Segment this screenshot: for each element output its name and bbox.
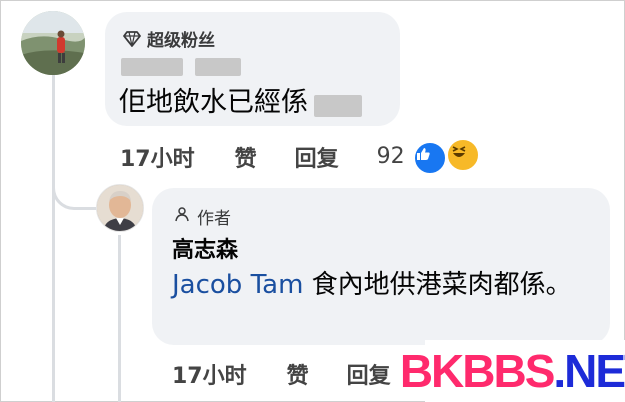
- like-reaction-icon: [412, 141, 447, 175]
- commenter-avatar[interactable]: [21, 11, 85, 75]
- badge-label: 超级粉丝: [147, 31, 215, 51]
- reply-bubble: 作者 高志森 Jacob Tam 食內地供港菜肉都係。: [152, 188, 610, 345]
- author-badge-icon: [174, 206, 190, 222]
- author-name[interactable]: 高志森: [172, 232, 238, 264]
- reaction-count[interactable]: 92: [377, 144, 405, 169]
- timestamp[interactable]: 17小时: [172, 358, 247, 390]
- fan-badge: 超级粉丝: [123, 26, 215, 51]
- reply-button[interactable]: 回复: [347, 358, 391, 390]
- reactions[interactable]: [412, 138, 481, 175]
- author-avatar[interactable]: [96, 184, 144, 232]
- reply-text-content: 食內地供港菜肉都係。: [303, 270, 572, 300]
- reply-button[interactable]: 回复: [295, 141, 339, 173]
- reply-text: Jacob Tam 食內地供港菜肉都係。: [172, 266, 592, 305]
- logo-part-1: BKBBS: [399, 345, 556, 397]
- like-button[interactable]: 赞: [287, 358, 309, 390]
- like-button[interactable]: 赞: [235, 141, 257, 173]
- comment-actions: 17小时 赞 回复 92: [120, 138, 481, 175]
- avatar-photo: [21, 11, 85, 75]
- comment-bubble: 超级粉丝 佢地飲水已經係: [105, 12, 400, 126]
- author-badge: 作者: [197, 209, 231, 229]
- timestamp[interactable]: 17小时: [120, 141, 195, 173]
- thread-line-nested: [118, 235, 121, 402]
- site-watermark-logo: BKBBS.NET: [400, 340, 625, 402]
- reply-actions: 17小时 赞 回复: [172, 358, 391, 390]
- diamond-icon: [123, 30, 141, 47]
- avatar-photo: [97, 185, 143, 231]
- haha-reaction-icon: [446, 138, 481, 172]
- comment-text-content: 佢地飲水已經係: [119, 87, 308, 118]
- reply-connector: [52, 170, 98, 210]
- mention-link[interactable]: Jacob Tam: [172, 270, 303, 300]
- thread-line: [52, 72, 55, 402]
- redacted-name: [121, 58, 183, 76]
- comment-text: 佢地飲水已經係: [119, 80, 362, 119]
- logo-part-2: .NET: [553, 345, 625, 397]
- redacted-name: [195, 58, 241, 76]
- redacted-text: [314, 94, 362, 117]
